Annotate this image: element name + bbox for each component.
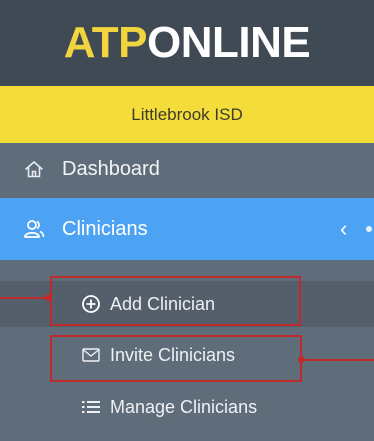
sidebar-item-dashboard[interactable]: Dashboard <box>0 143 374 195</box>
indicator-dot <box>366 226 372 232</box>
sidebar-item-clinicians[interactable]: Clinicians ‹ <box>0 198 374 260</box>
sidebar-item-label: Dashboard <box>62 157 160 180</box>
brand-logo[interactable]: ATP ONLINE <box>0 0 374 86</box>
callout-marker-add <box>45 294 52 301</box>
organization-bar: Littlebrook ISD <box>0 86 374 143</box>
submenu-item-label: Add Clinician <box>110 293 216 314</box>
list-icon <box>80 400 102 414</box>
envelope-icon <box>80 348 102 362</box>
logo-text-atp: ATP <box>63 18 148 67</box>
submenu-item-manage-clinicians[interactable]: Manage Clinicians <box>0 385 374 429</box>
chevron-left-icon[interactable]: ‹ <box>340 216 347 242</box>
sidebar: ATP ONLINE Littlebrook ISD Dashboard Cli… <box>0 0 374 441</box>
callout-marker-invite <box>298 356 305 363</box>
submenu-item-invite-clinicians[interactable]: Invite Clinicians <box>0 332 374 378</box>
callout-line-invite <box>302 359 374 361</box>
submenu-item-label: Manage Clinicians <box>110 396 258 417</box>
submenu-item-label: Invite Clinicians <box>110 344 236 365</box>
home-icon <box>20 158 48 180</box>
logo-text-online: ONLINE <box>147 18 311 67</box>
sidebar-item-label: Clinicians <box>62 217 148 240</box>
callout-line-add <box>0 297 50 299</box>
organization-name: Littlebrook ISD <box>131 104 243 124</box>
plus-circle-icon <box>80 294 102 314</box>
submenu-item-add-clinician[interactable]: Add Clinician <box>0 281 374 327</box>
users-icon <box>20 217 48 241</box>
